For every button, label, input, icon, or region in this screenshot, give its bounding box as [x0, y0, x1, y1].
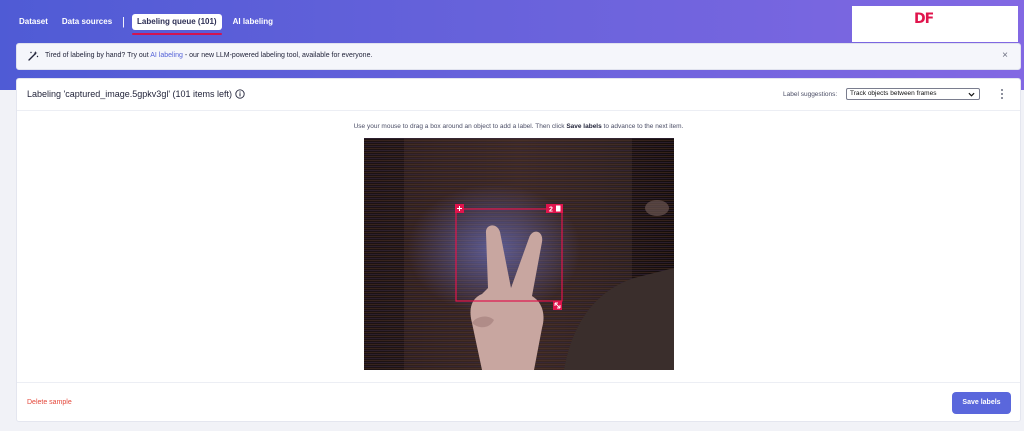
top-nav: Dataset Data sources | Labeling queue (1… — [12, 11, 280, 35]
save-labels-button[interactable]: Save labels — [952, 392, 1011, 414]
nav-data-sources[interactable]: Data sources — [55, 11, 119, 33]
banner-text-before: Tired of labeling by hand? Try out — [45, 52, 151, 59]
label-suggestions-select[interactable]: Track objects between frames — [846, 88, 980, 100]
instructions-bold: Save labels — [566, 123, 602, 130]
nav-separator: | — [122, 16, 126, 28]
delete-sample-button[interactable]: Delete sample — [27, 399, 72, 406]
labeling-canvas[interactable]: 2 — [364, 138, 674, 370]
ai-labeling-link[interactable]: AI labeling — [150, 52, 183, 59]
labeling-card: Labeling 'captured_image.5gpkv3gl' (101 … — [16, 78, 1021, 422]
chevron-down-icon — [968, 92, 975, 97]
instructions-before: Use your mouse to drag a box around an o… — [353, 123, 567, 130]
nav-labeling-queue[interactable]: Labeling queue (101) — [132, 14, 222, 35]
delete-box-icon — [556, 205, 561, 212]
close-icon[interactable]: × — [1002, 50, 1008, 61]
label-suggestions-value: Track objects between frames — [850, 90, 937, 97]
banner-text: Tired of labeling by hand? Try out AI la… — [45, 52, 372, 59]
nav-ai-labeling[interactable]: AI labeling — [226, 11, 280, 33]
header-divider — [17, 110, 1020, 111]
labeling-instructions: Use your mouse to drag a box around an o… — [17, 123, 1020, 130]
banner-text-after: - our new LLM-powered labeling tool, ava… — [182, 52, 373, 59]
more-options-icon[interactable] — [999, 87, 1005, 101]
brand-box: DF — [852, 6, 1018, 42]
instructions-after: to advance to the next item. — [601, 123, 684, 130]
ai-labeling-banner: Tired of labeling by hand? Try out AI la… — [16, 43, 1021, 70]
page-title: Labeling 'captured_image.5gpkv3gl' (101 … — [27, 89, 233, 99]
label-suggestions-label: Label suggestions: — [783, 91, 838, 98]
bounding-box[interactable]: 2 — [364, 138, 674, 370]
info-icon[interactable] — [235, 89, 245, 99]
brand-logo: DF — [914, 11, 934, 27]
box-label-text: 2 — [549, 207, 553, 214]
footer-divider — [17, 382, 1020, 383]
magic-wand-icon — [28, 51, 39, 61]
nav-dataset[interactable]: Dataset — [12, 11, 55, 33]
